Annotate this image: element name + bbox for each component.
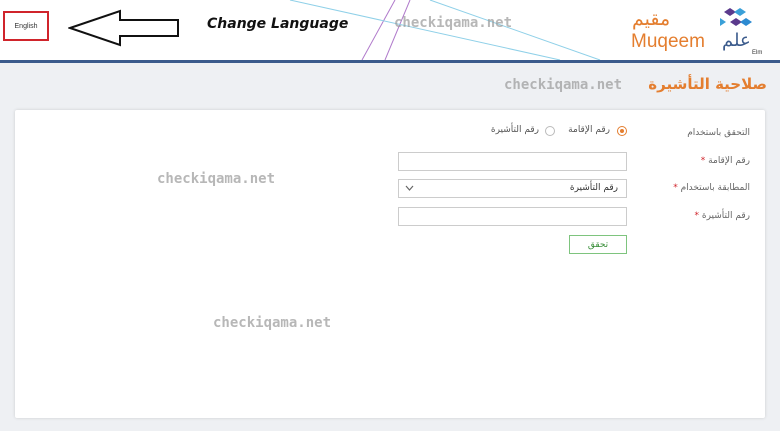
watermark: checkiqama.net [394,15,513,31]
iqama-number-label: رقم الإقامة * [700,156,750,166]
brand-name-english: Muqeem [631,31,705,52]
iqama-number-input[interactable] [398,152,627,171]
radio-visa-label: رقم التأشيرة [490,125,539,135]
verify-using-label: التحقق باستخدام [687,128,750,138]
verify-button[interactable]: تحقق [569,235,627,254]
match-using-value: رقم التأشيرة [569,183,618,193]
language-toggle-button[interactable]: English [3,11,49,41]
watermark: checkiqama.net [213,315,332,331]
header-divider [0,60,780,63]
elm-logo-icon: علم Elm [720,8,762,56]
chevron-down-icon [405,185,414,191]
match-using-label: المطابقة باستخدام * [673,183,750,193]
header: English Change Language checkiqama.net م… [0,0,780,60]
arrow-left-icon [68,9,179,47]
brand-name-arabic: مقيم [632,8,671,30]
visa-number-label: رقم التأشيرة * [694,211,750,221]
match-using-select[interactable]: رقم التأشيرة [398,179,627,198]
watermark: checkiqama.net [504,77,623,93]
radio-iqama-label: رقم الإقامة [568,125,610,135]
visa-number-input[interactable] [398,207,627,226]
radio-visa-number[interactable] [545,126,555,136]
form-card [15,110,765,418]
elm-english-text: Elm [752,50,762,56]
change-language-annotation: Change Language [207,16,349,32]
watermark: checkiqama.net [157,171,276,187]
page-title: صلاحية التأشيرة [648,75,767,93]
radio-iqama-number[interactable] [617,126,627,136]
elm-arabic-text: علم [722,30,751,51]
